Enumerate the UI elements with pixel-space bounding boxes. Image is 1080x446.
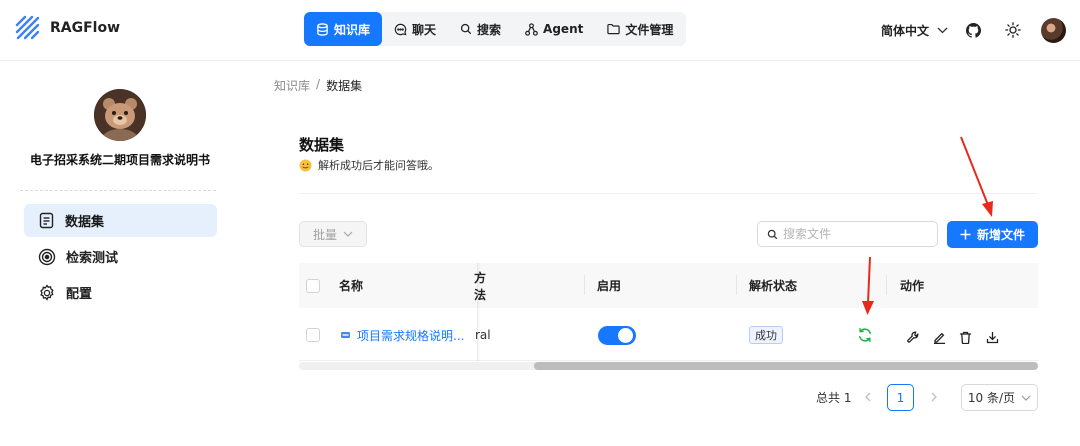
file-search-box bbox=[757, 221, 938, 247]
breadcrumb-root[interactable]: 知识库 bbox=[274, 77, 310, 94]
chevron-left-icon bbox=[865, 392, 871, 402]
smile-emoji-icon bbox=[299, 159, 312, 171]
language-selector[interactable]: 简体中文 bbox=[881, 22, 948, 39]
database-icon bbox=[317, 22, 328, 36]
chevron-down-icon bbox=[1021, 395, 1031, 401]
nav-label: 知识库 bbox=[334, 22, 371, 37]
nav-label: 聊天 bbox=[412, 22, 437, 37]
page-1-button[interactable]: 1 bbox=[887, 384, 914, 411]
section-divider bbox=[299, 193, 1038, 194]
file-name: 项目需求规格说明... bbox=[357, 328, 465, 343]
app-name: RAGFlow bbox=[50, 20, 121, 36]
reparse-icon[interactable] bbox=[857, 327, 873, 343]
sidebar-item-retrieval-test[interactable]: 检索测试 bbox=[24, 240, 217, 273]
nav-file-management[interactable]: 文件管理 bbox=[595, 12, 685, 46]
column-separator bbox=[736, 275, 737, 295]
breadcrumb-current: 数据集 bbox=[326, 79, 363, 93]
column-enabled: 启用 bbox=[597, 279, 622, 293]
column-parse-status: 解析状态 bbox=[749, 279, 798, 293]
bulk-dropdown[interactable]: 批量 bbox=[299, 221, 367, 247]
folder-icon bbox=[607, 23, 621, 35]
language-label: 简体中文 bbox=[881, 24, 930, 38]
trash-icon[interactable] bbox=[959, 331, 972, 344]
nav-label: 文件管理 bbox=[625, 22, 674, 37]
wrench-icon[interactable] bbox=[907, 331, 920, 344]
top-header: RAGFlow 知识库 聊天 搜索 Agent 文件管理 简体中文 bbox=[0, 0, 1080, 60]
knowledge-base-avatar bbox=[94, 89, 146, 141]
header-divider bbox=[0, 60, 1080, 61]
search-icon bbox=[767, 229, 778, 239]
add-file-label: 新增文件 bbox=[976, 228, 1025, 242]
column-method: 方法 bbox=[466, 263, 486, 308]
page-subtitle: 解析成功后才能问答哦。 bbox=[299, 157, 439, 173]
row-checkbox[interactable] bbox=[306, 328, 320, 342]
bulk-label: 批量 bbox=[312, 227, 337, 242]
annotation-arrow-add-file bbox=[960, 136, 993, 217]
add-file-button[interactable]: 新增文件 bbox=[947, 221, 1038, 248]
search-input[interactable] bbox=[783, 227, 933, 241]
main-nav: 知识库 聊天 搜索 Agent 文件管理 bbox=[304, 12, 686, 46]
target-icon bbox=[38, 248, 56, 265]
sidebar-item-label: 配置 bbox=[66, 287, 93, 302]
chevron-right-icon bbox=[931, 392, 937, 402]
document-icon bbox=[39, 212, 54, 229]
column-name: 名称 bbox=[339, 279, 364, 293]
breadcrumb: 知识库 / 数据集 bbox=[274, 77, 362, 94]
theme-toggle[interactable] bbox=[1001, 18, 1025, 42]
table-header: 名称 方法 启用 解析状态 动作 bbox=[299, 263, 1038, 308]
column-method-label: 方法 bbox=[466, 269, 486, 303]
horizontal-scrollbar-thumb[interactable] bbox=[534, 362, 1038, 370]
knowledge-base-name: 电子招采系统二期项目需求说明书 bbox=[29, 153, 210, 167]
chat-icon bbox=[394, 23, 407, 35]
status-badge: 成功 bbox=[749, 326, 783, 344]
file-name-link[interactable]: 项目需求规格说明... bbox=[341, 309, 464, 361]
sidebar-item-label: 数据集 bbox=[65, 215, 105, 230]
column-separator bbox=[886, 275, 887, 295]
chevron-down-icon bbox=[937, 27, 948, 34]
download-icon[interactable] bbox=[986, 331, 999, 344]
nav-search[interactable]: 搜索 bbox=[448, 12, 513, 46]
page-size-label: 10 条/页 bbox=[967, 391, 1016, 405]
nav-label: Agent bbox=[543, 22, 584, 36]
user-avatar[interactable] bbox=[1041, 18, 1066, 43]
nav-label: 搜索 bbox=[477, 22, 502, 37]
sidebar-item-label: 检索测试 bbox=[66, 251, 119, 266]
gear-icon bbox=[40, 283, 54, 301]
chevron-down-icon bbox=[343, 231, 353, 237]
file-type-icon bbox=[341, 332, 350, 338]
fixed-column-shadow bbox=[477, 263, 480, 361]
prev-page-button[interactable] bbox=[856, 384, 880, 410]
github-link[interactable] bbox=[961, 18, 985, 42]
sidebar-item-config[interactable]: 配置 bbox=[24, 276, 217, 309]
next-page-button[interactable] bbox=[922, 384, 946, 410]
nav-knowledge-base[interactable]: 知识库 bbox=[304, 12, 383, 46]
subtitle-text: 解析成功后才能问答哦。 bbox=[318, 159, 439, 172]
column-separator bbox=[584, 275, 585, 295]
page-size-select[interactable]: 10 条/页 bbox=[961, 384, 1038, 411]
page-title: 数据集 bbox=[299, 136, 345, 154]
breadcrumb-separator: / bbox=[316, 77, 321, 91]
ragflow-logo-icon bbox=[15, 15, 40, 40]
enable-toggle[interactable] bbox=[598, 326, 636, 345]
app-logo[interactable]: RAGFlow bbox=[14, 14, 120, 42]
sidebar-divider bbox=[20, 190, 216, 191]
pagination-total: 总共 1 bbox=[816, 391, 852, 405]
sidebar-item-dataset[interactable]: 数据集 bbox=[24, 204, 217, 237]
search-icon bbox=[460, 23, 472, 35]
column-actions: 动作 bbox=[900, 279, 925, 293]
github-icon bbox=[965, 22, 981, 38]
nav-chat[interactable]: 聊天 bbox=[382, 12, 448, 46]
sun-icon bbox=[1005, 22, 1021, 38]
edit-icon[interactable] bbox=[933, 331, 946, 344]
select-all-checkbox[interactable] bbox=[306, 279, 320, 293]
bear-avatar-icon bbox=[94, 89, 146, 141]
plus-icon bbox=[960, 229, 971, 240]
nav-agent[interactable]: Agent bbox=[513, 12, 595, 46]
agent-icon bbox=[525, 22, 538, 36]
